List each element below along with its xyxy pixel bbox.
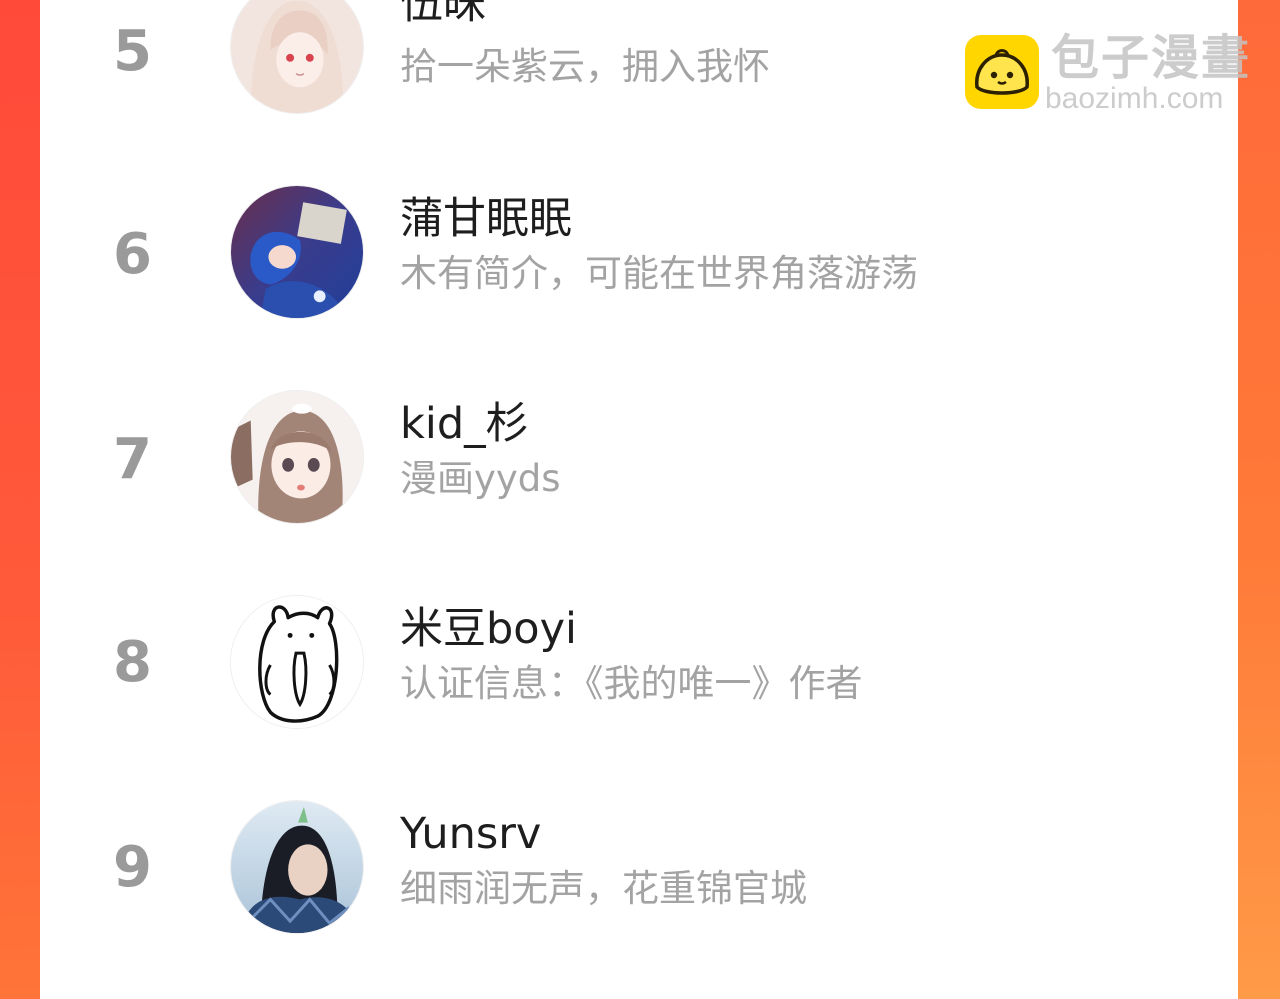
ranking-row[interactable]: 7 kid_杉 漫画yyds [40,390,1238,595]
right-border [1238,0,1280,999]
anime-boy-reading-avatar-icon [231,186,363,318]
user-bio: 认证信息：《我的唯一》作者 [400,662,863,705]
user-name[interactable]: 伍昧 [400,0,486,30]
anime-girl-brown-hair-avatar-icon [231,391,363,523]
rank-number: 6 [113,222,152,287]
user-avatar[interactable] [230,800,364,934]
user-bio: 漫画yyds [400,457,561,500]
user-avatar[interactable] [230,0,364,114]
user-name[interactable]: 米豆boyi [400,603,577,655]
rank-number: 8 [113,630,152,695]
bun-logo-icon [965,35,1039,109]
user-bio: 细雨润无声，花重锦官城 [400,867,807,910]
user-avatar[interactable] [230,185,364,319]
anime-girl-avatar-icon [231,0,363,113]
user-name[interactable]: Yunsrv [400,808,541,860]
user-avatar[interactable] [230,595,364,729]
ranking-row[interactable]: 8 米豆boyi 认证信息：《我的唯一》作者 [40,595,1238,800]
ranking-row[interactable]: 9 Yunsrv 细雨润无声，花重锦官城 [40,800,1238,999]
user-bio: 拾一朵紫云，拥入我怀 [400,45,770,88]
user-name[interactable]: kid_杉 [400,398,529,450]
watermark-title: 包子漫畫 [1051,30,1252,86]
user-name[interactable]: 蒲甘眠眠 [400,193,572,245]
user-bio: 木有简介，可能在世界角落游荡 [400,252,918,295]
rank-number: 7 [113,427,152,492]
rank-number: 5 [113,19,152,84]
winter-swordsman-avatar-icon [231,801,363,933]
watermark-url: baozimh.com [1045,82,1224,115]
rank-number: 9 [113,835,152,900]
user-avatar[interactable] [230,390,364,524]
doodle-bear-avatar-icon [231,596,363,728]
ranking-row[interactable]: 6 蒲甘眠眠 木有简介，可能在世界角落游荡 [40,185,1238,390]
site-watermark: 包子漫畫 baozimh.com [965,31,1265,115]
ranking-panel: 5 伍昧 拾一朵紫云，拥入我怀 6 蒲甘眠眠 木有简介，可能在世界角落游荡 7 … [40,0,1238,999]
